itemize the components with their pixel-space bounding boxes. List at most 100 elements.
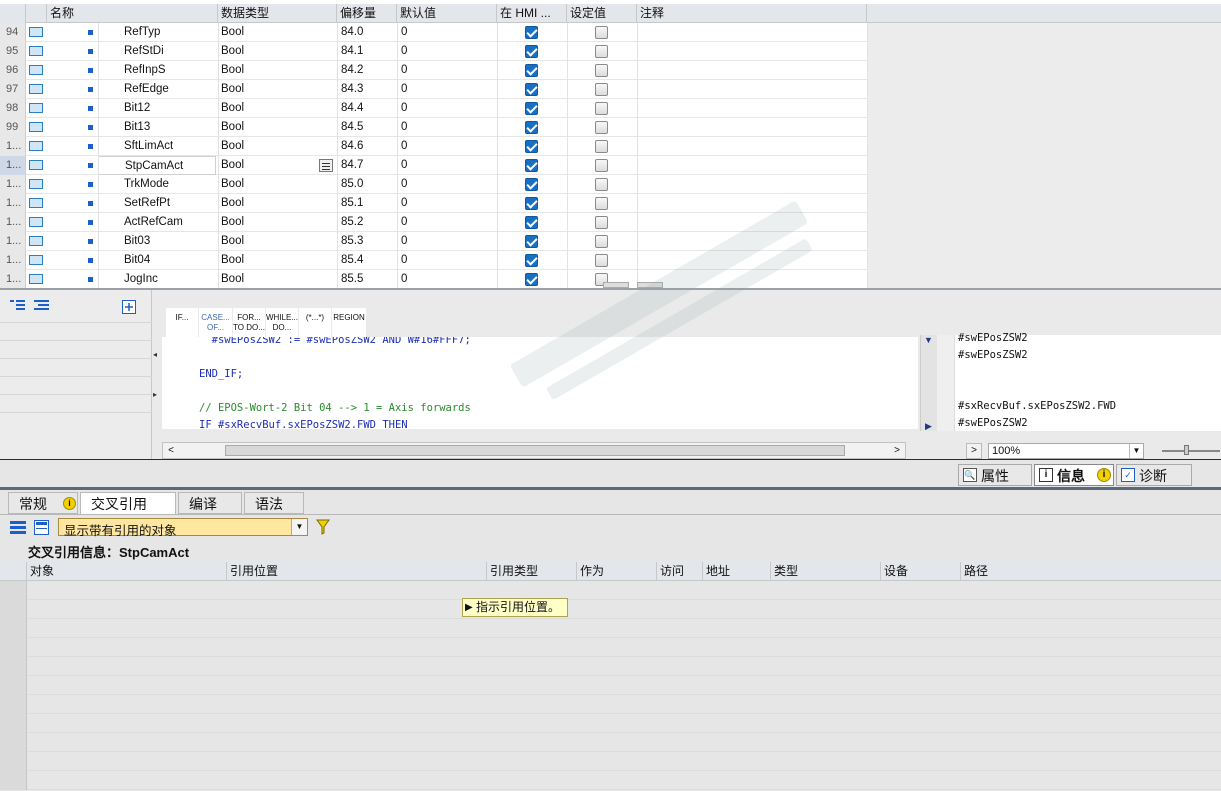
table-row[interactable]: 97 RefEdge Bool 84.3 0 bbox=[0, 80, 1221, 99]
snippet-button[interactable]: CASE... OF... bbox=[199, 308, 232, 338]
variable-datatype[interactable]: Bool bbox=[221, 156, 335, 175]
row-number[interactable]: 1... bbox=[0, 270, 26, 288]
setpoint-checkbox[interactable] bbox=[595, 121, 608, 134]
crossref-row[interactable] bbox=[0, 771, 1221, 790]
variable-default[interactable]: 0 bbox=[401, 194, 495, 213]
variable-datatype[interactable]: Bool bbox=[221, 23, 335, 42]
variable-default[interactable]: 0 bbox=[401, 232, 495, 251]
variable-default[interactable]: 0 bbox=[401, 156, 495, 175]
variable-default[interactable]: 0 bbox=[401, 251, 495, 270]
setpoint-checkbox[interactable] bbox=[595, 178, 608, 191]
header-setpoint[interactable]: 设定值 bbox=[567, 4, 637, 23]
outdent-icon[interactable] bbox=[34, 299, 49, 311]
variable-name[interactable]: SetRefPt bbox=[98, 194, 216, 213]
setpoint-checkbox[interactable] bbox=[595, 254, 608, 267]
variable-datatype[interactable]: Bool bbox=[221, 118, 335, 137]
variable-datatype[interactable]: Bool bbox=[221, 99, 335, 118]
variable-default[interactable]: 0 bbox=[401, 42, 495, 61]
header-address[interactable]: 地址 bbox=[703, 562, 771, 581]
table-row[interactable]: 98 Bit12 Bool 84.4 0 bbox=[0, 99, 1221, 118]
row-number[interactable]: 98 bbox=[0, 99, 26, 118]
variable-default[interactable]: 0 bbox=[401, 213, 495, 232]
variable-default[interactable]: 0 bbox=[401, 118, 495, 137]
setpoint-checkbox[interactable] bbox=[595, 235, 608, 248]
tab-crossref[interactable]: 交叉引用 bbox=[80, 492, 176, 514]
header-default[interactable]: 默认值 bbox=[397, 4, 497, 23]
variable-default[interactable]: 0 bbox=[401, 270, 495, 288]
zoom-right-icon[interactable]: > bbox=[966, 443, 982, 459]
code-line[interactable]: #swEPosZSW2 := #swEPosZSW2 AND W#16#FFF7… bbox=[199, 337, 471, 346]
variable-default[interactable]: 0 bbox=[401, 99, 495, 118]
variable-name[interactable]: Bit04 bbox=[98, 251, 216, 270]
crossref-row[interactable] bbox=[0, 619, 1221, 638]
hmi-checkbox[interactable] bbox=[525, 83, 538, 96]
row-number[interactable]: 96 bbox=[0, 61, 26, 80]
hmi-checkbox[interactable] bbox=[525, 235, 538, 248]
scroll-left-icon[interactable]: < bbox=[163, 443, 179, 458]
variable-name[interactable]: Bit12 bbox=[98, 99, 216, 118]
row-number[interactable]: 1... bbox=[0, 156, 26, 175]
table-row[interactable]: 1... SftLimAct Bool 84.6 0 bbox=[0, 137, 1221, 156]
row-number[interactable]: 1... bbox=[0, 175, 26, 194]
hmi-checkbox[interactable] bbox=[525, 254, 538, 267]
scroll-right-icon[interactable]: > bbox=[889, 443, 905, 458]
variable-name[interactable]: ActRefCam bbox=[98, 213, 216, 232]
filter-icon[interactable] bbox=[316, 519, 330, 535]
code-line[interactable]: END_IF; bbox=[199, 368, 243, 380]
variable-default[interactable]: 0 bbox=[401, 80, 495, 99]
crossref-row[interactable] bbox=[0, 638, 1221, 657]
variable-name[interactable]: StpCamAct bbox=[98, 156, 216, 175]
table-row[interactable]: 95 RefStDi Bool 84.1 0 bbox=[0, 42, 1221, 61]
header-name[interactable]: 名称 bbox=[47, 4, 218, 23]
header-location[interactable]: 引用位置 bbox=[227, 562, 487, 581]
table-row[interactable]: 94 RefTyp Bool 84.0 0 bbox=[0, 23, 1221, 42]
crossref-row[interactable] bbox=[0, 733, 1221, 752]
snippet-button[interactable]: FOR... TO DO... bbox=[233, 308, 265, 338]
crossref-row[interactable] bbox=[0, 657, 1221, 676]
setpoint-checkbox[interactable] bbox=[595, 45, 608, 58]
header-access[interactable]: 访问 bbox=[657, 562, 703, 581]
table-row[interactable]: 1... Bit04 Bool 85.4 0 bbox=[0, 251, 1221, 270]
variable-datatype[interactable]: Bool bbox=[221, 61, 335, 80]
variable-default[interactable]: 0 bbox=[401, 61, 495, 80]
variable-name[interactable]: Bit13 bbox=[98, 118, 216, 137]
header-comment[interactable]: 注释 bbox=[637, 4, 867, 23]
crossref-row[interactable] bbox=[0, 581, 1221, 600]
scroll-thumb[interactable] bbox=[225, 445, 845, 456]
row-number[interactable]: 1... bbox=[0, 251, 26, 270]
crossref-row[interactable] bbox=[0, 714, 1221, 733]
table-row[interactable]: 96 RefInpS Bool 84.2 0 bbox=[0, 61, 1221, 80]
variable-datatype[interactable]: Bool bbox=[221, 232, 335, 251]
variable-name[interactable]: TrkMode bbox=[98, 175, 216, 194]
table-row[interactable]: 1... ActRefCam Bool 85.2 0 bbox=[0, 213, 1221, 232]
detail-view-icon[interactable] bbox=[34, 520, 49, 535]
variable-default[interactable]: 0 bbox=[401, 23, 495, 42]
variable-name[interactable]: RefInpS bbox=[98, 61, 216, 80]
header-device[interactable]: 设备 bbox=[881, 562, 961, 581]
variable-datatype[interactable]: Bool bbox=[221, 80, 335, 99]
variable-datatype[interactable]: Bool bbox=[221, 175, 335, 194]
tab-properties[interactable]: 🔍 属性 bbox=[958, 464, 1032, 486]
setpoint-checkbox[interactable] bbox=[595, 197, 608, 210]
indent-icon[interactable] bbox=[10, 299, 25, 311]
variable-datatype[interactable]: Bool bbox=[221, 137, 335, 156]
tab-diagnostics[interactable]: ✓ 诊断 bbox=[1116, 464, 1192, 486]
filter-select[interactable]: 显示带有引用的对象 ▼ bbox=[58, 518, 308, 538]
variable-datatype[interactable]: Bool bbox=[221, 213, 335, 232]
row-number[interactable]: 1... bbox=[0, 213, 26, 232]
variable-name[interactable]: RefStDi bbox=[98, 42, 216, 61]
row-number[interactable]: 95 bbox=[0, 42, 26, 61]
variable-datatype[interactable]: Bool bbox=[221, 270, 335, 288]
header-type[interactable]: 类型 bbox=[771, 562, 881, 581]
chevron-down-icon[interactable]: ▼ bbox=[1129, 444, 1143, 458]
variable-name[interactable]: SftLimAct bbox=[98, 137, 216, 156]
setpoint-checkbox[interactable] bbox=[595, 140, 608, 153]
list-view-icon[interactable] bbox=[10, 520, 26, 534]
tab-compile[interactable]: 编译 bbox=[178, 492, 242, 514]
snippet-button[interactable]: IF... bbox=[166, 308, 198, 338]
snippet-button[interactable]: WHILE... DO... bbox=[266, 308, 298, 338]
header-offset[interactable]: 偏移量 bbox=[337, 4, 397, 23]
tab-general[interactable]: 常规 i bbox=[8, 492, 78, 514]
hmi-checkbox[interactable] bbox=[525, 197, 538, 210]
setpoint-checkbox[interactable] bbox=[595, 159, 608, 172]
